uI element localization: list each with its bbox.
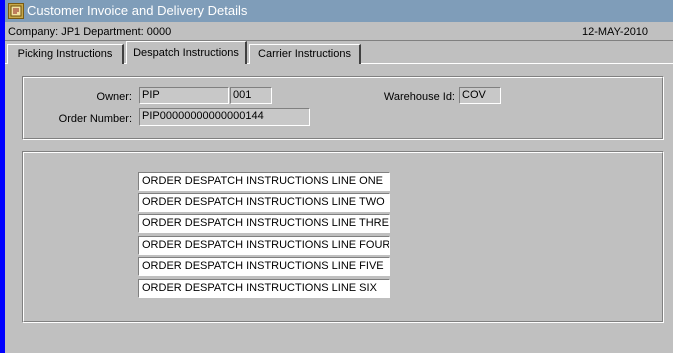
warehouse-label: Warehouse Id: (383, 91, 455, 103)
app-window-icon[interactable] (8, 3, 24, 19)
owner-label: Owner: (96, 91, 132, 103)
info-bar: Company: JP1 Department: 0000 12-MAY-201… (5, 22, 673, 41)
despatch-instruction-line-4[interactable]: ORDER DESPATCH INSTRUCTIONS LINE FOUR (138, 236, 390, 255)
tab-despatch-instructions[interactable]: Despatch Instructions (126, 41, 247, 64)
order-header-panel-inner (23, 77, 663, 139)
despatch-instruction-line-3[interactable]: ORDER DESPATCH INSTRUCTIONS LINE THREE (138, 214, 390, 233)
current-date: 12-MAY-2010 (582, 26, 649, 38)
order-number-label: Order Number: (58, 113, 132, 125)
window-title: Customer Invoice and Delivery Details (27, 3, 248, 18)
title-bar[interactable]: Customer Invoice and Delivery Details (5, 0, 673, 22)
order-header-panel (22, 76, 664, 140)
warehouse-field[interactable]: COV (459, 87, 501, 104)
tab-carrier-instructions[interactable]: Carrier Instructions (249, 44, 361, 64)
despatch-instruction-line-5[interactable]: ORDER DESPATCH INSTRUCTIONS LINE FIVE (138, 257, 390, 276)
despatch-instruction-line-1[interactable]: ORDER DESPATCH INSTRUCTIONS LINE ONE (138, 172, 390, 191)
despatch-instruction-line-2[interactable]: ORDER DESPATCH INSTRUCTIONS LINE TWO (138, 193, 390, 212)
despatch-instruction-line-6[interactable]: ORDER DESPATCH INSTRUCTIONS LINE SIX (138, 279, 390, 298)
owner-field[interactable]: PIP (139, 87, 229, 104)
tab-picking-instructions[interactable]: Picking Instructions (7, 44, 124, 64)
order-number-field[interactable]: PIP00000000000000144 (139, 108, 310, 126)
window-edge (0, 0, 5, 353)
owner-code-field[interactable]: 001 (230, 87, 272, 104)
company-department-text: Company: JP1 Department: 0000 (8, 26, 172, 38)
